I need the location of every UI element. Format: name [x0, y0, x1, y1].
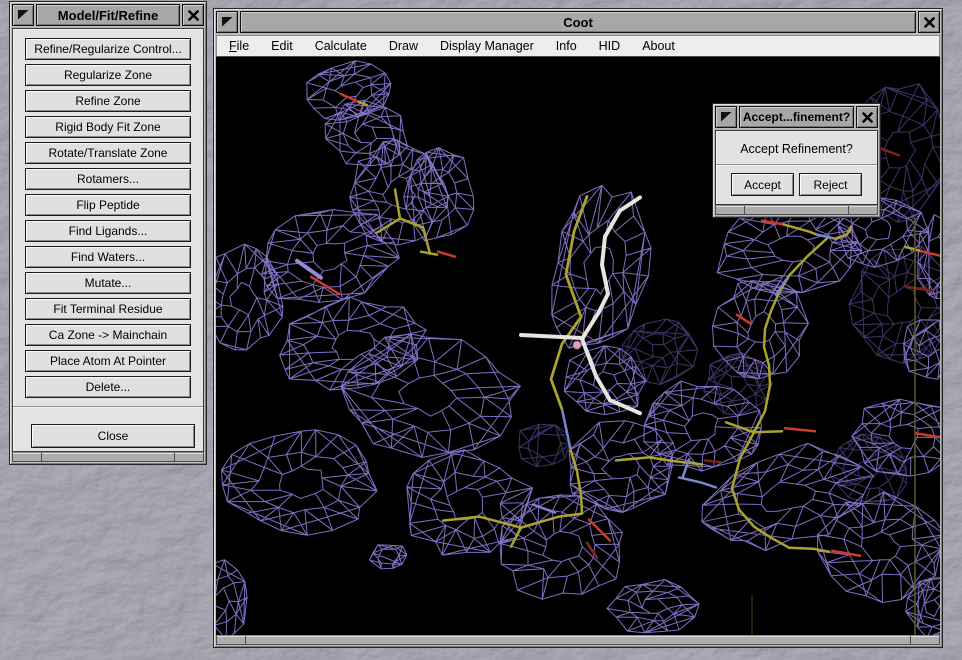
window-menu-button[interactable] — [715, 106, 737, 128]
window-resize-bar[interactable] — [12, 452, 204, 462]
window-menu-icon — [721, 112, 732, 122]
close-area: Close — [13, 408, 203, 452]
menu-item-draw[interactable]: Draw — [378, 36, 429, 56]
accept-refinement-dialog: Accept...finement? Accept Refinement? Ac… — [712, 103, 881, 218]
menu-item-info[interactable]: Info — [545, 36, 588, 56]
model-window-titlebar: Model/Fit/Refine — [12, 4, 204, 26]
menubar: FileEditCalculateDrawDisplay ManagerInfo… — [216, 35, 940, 57]
close-icon — [924, 17, 935, 28]
model-dialog-body: Refine/Regularize Control... Regularize Z… — [12, 28, 204, 452]
accept-button[interactable]: Accept — [731, 173, 794, 196]
model-window-title: Model/Fit/Refine — [36, 4, 180, 26]
window-resize-bar[interactable] — [715, 205, 878, 215]
button-rotamers[interactable]: Rotamers... — [25, 168, 191, 190]
accept-message: Accept Refinement? — [716, 131, 877, 164]
coot-titlebar: Coot — [216, 11, 940, 33]
accept-actions: Accept Reject — [716, 166, 877, 204]
close-icon — [862, 112, 873, 123]
coot-window-title: Coot — [240, 11, 916, 33]
window-menu-button[interactable] — [216, 11, 238, 33]
menu-item-about[interactable]: About — [631, 36, 686, 56]
menu-item-hid[interactable]: HID — [588, 36, 632, 56]
button-fit-terminal-residue[interactable]: Fit Terminal Residue — [25, 298, 191, 320]
window-menu-icon — [222, 17, 233, 27]
button-place-atom-at-pointer[interactable]: Place Atom At Pointer — [25, 350, 191, 372]
window-close-button[interactable] — [182, 4, 204, 26]
menu-item-file[interactable]: File — [218, 36, 260, 56]
button-ca-zone-mainchain[interactable]: Ca Zone -> Mainchain — [25, 324, 191, 346]
atom-marker — [573, 341, 581, 349]
window-menu-button[interactable] — [12, 4, 34, 26]
window-close-button[interactable] — [918, 11, 940, 33]
close-dialog-button[interactable]: Close — [31, 424, 195, 448]
button-mutate[interactable]: Mutate... — [25, 272, 191, 294]
model-button-stack: Refine/Regularize Control... Regularize Z… — [13, 29, 203, 406]
reject-button[interactable]: Reject — [799, 173, 862, 196]
menu-item-display-manager[interactable]: Display Manager — [429, 36, 545, 56]
button-regularize-zone[interactable]: Regularize Zone — [25, 64, 191, 86]
model-fit-refine-window: Model/Fit/Refine Refine/Regularize Contr… — [9, 1, 207, 465]
button-find-ligands[interactable]: Find Ligands... — [25, 220, 191, 242]
window-resize-bar[interactable] — [216, 635, 940, 645]
button-refine-regularize-control[interactable]: Refine/Regularize Control... — [25, 38, 191, 60]
button-refine-zone[interactable]: Refine Zone — [25, 90, 191, 112]
window-menu-icon — [18, 10, 29, 20]
button-find-waters[interactable]: Find Waters... — [25, 246, 191, 268]
close-icon — [188, 10, 199, 21]
window-close-button[interactable] — [856, 106, 878, 128]
button-flip-peptide[interactable]: Flip Peptide — [25, 194, 191, 216]
button-rigid-body-fit-zone[interactable]: Rigid Body Fit Zone — [25, 116, 191, 138]
menu-item-calculate[interactable]: Calculate — [304, 36, 378, 56]
accept-dialog-title: Accept...finement? — [739, 106, 854, 128]
accept-dialog-body: Accept Refinement? Accept Reject — [715, 130, 878, 205]
button-rotate-translate-zone[interactable]: Rotate/Translate Zone — [25, 142, 191, 164]
button-delete[interactable]: Delete... — [25, 376, 191, 398]
accept-dialog-titlebar: Accept...finement? — [715, 106, 878, 128]
menu-item-edit[interactable]: Edit — [260, 36, 304, 56]
